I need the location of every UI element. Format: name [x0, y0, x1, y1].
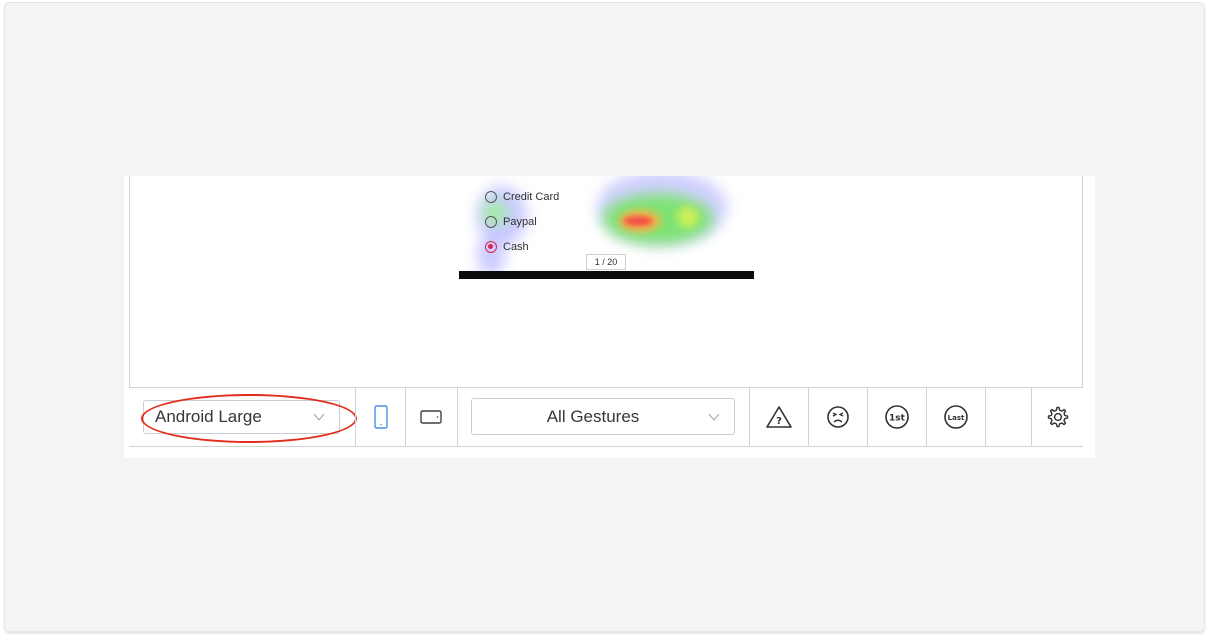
- heatmap-panel: Credit Card Paypal Cash 1 / 20 Android L…: [124, 176, 1095, 458]
- radio-icon[interactable]: [485, 191, 497, 203]
- radio-checked-icon[interactable]: [485, 241, 497, 253]
- svg-text:Last: Last: [948, 414, 965, 422]
- option-label: Paypal: [503, 216, 537, 228]
- gesture-select[interactable]: All Gestures: [471, 398, 735, 435]
- last-badge-icon: Last: [944, 405, 968, 429]
- device-preview[interactable]: Credit Card Paypal Cash 1 / 20: [459, 176, 754, 279]
- page-counter: 1 / 20: [586, 254, 626, 270]
- svg-text:?: ?: [776, 416, 782, 427]
- portrait-toggle-button[interactable]: [356, 388, 405, 446]
- heatmap-blob: [597, 176, 727, 245]
- chevron-down-icon: [708, 413, 720, 421]
- option-label: Credit Card: [503, 191, 560, 203]
- first-badge-icon: 1st: [885, 405, 909, 429]
- toolbar-separator: [985, 388, 986, 446]
- option-label: Cash: [503, 241, 529, 253]
- errors-filter-button[interactable]: ?: [750, 388, 808, 446]
- panel-right-border: [1082, 176, 1083, 387]
- heatmap-blob: [623, 216, 653, 226]
- frustrated-face-icon: [827, 406, 849, 428]
- heatmap-blob: [603, 194, 713, 244]
- page-frame: Credit Card Paypal Cash 1 / 20 Android L…: [5, 3, 1204, 631]
- svg-text:1st: 1st: [889, 414, 906, 424]
- tablet-landscape-icon: [420, 410, 442, 424]
- payment-option-cash[interactable]: Cash: [485, 241, 529, 253]
- payment-option-paypal[interactable]: Paypal: [485, 216, 537, 228]
- gesture-select-value: All Gestures: [546, 406, 640, 426]
- settings-button[interactable]: [1032, 388, 1083, 446]
- landscape-toggle-button[interactable]: [406, 388, 456, 446]
- phone-portrait-icon: [373, 405, 388, 429]
- device-select[interactable]: Android Large: [143, 400, 340, 434]
- device-bottom-bar: [459, 271, 754, 279]
- gear-icon: [1047, 406, 1068, 428]
- last-interaction-button[interactable]: Last: [927, 388, 985, 446]
- device-select-value: Android Large: [155, 407, 262, 426]
- heatmap-blob: [677, 206, 699, 228]
- heatmap-blob: [619, 210, 661, 232]
- frustration-filter-button[interactable]: [809, 388, 867, 446]
- panel-left-border: [129, 176, 130, 387]
- payment-option-credit-card[interactable]: Credit Card: [485, 191, 559, 203]
- radio-icon[interactable]: [485, 216, 497, 228]
- warning-question-icon: ?: [766, 406, 792, 428]
- heatmap-toolbar: Android Large All Gestures ? 1st Last: [129, 387, 1083, 447]
- first-interaction-button[interactable]: 1st: [868, 388, 926, 446]
- toolbar-separator: [457, 388, 458, 446]
- chevron-down-icon: [313, 413, 325, 421]
